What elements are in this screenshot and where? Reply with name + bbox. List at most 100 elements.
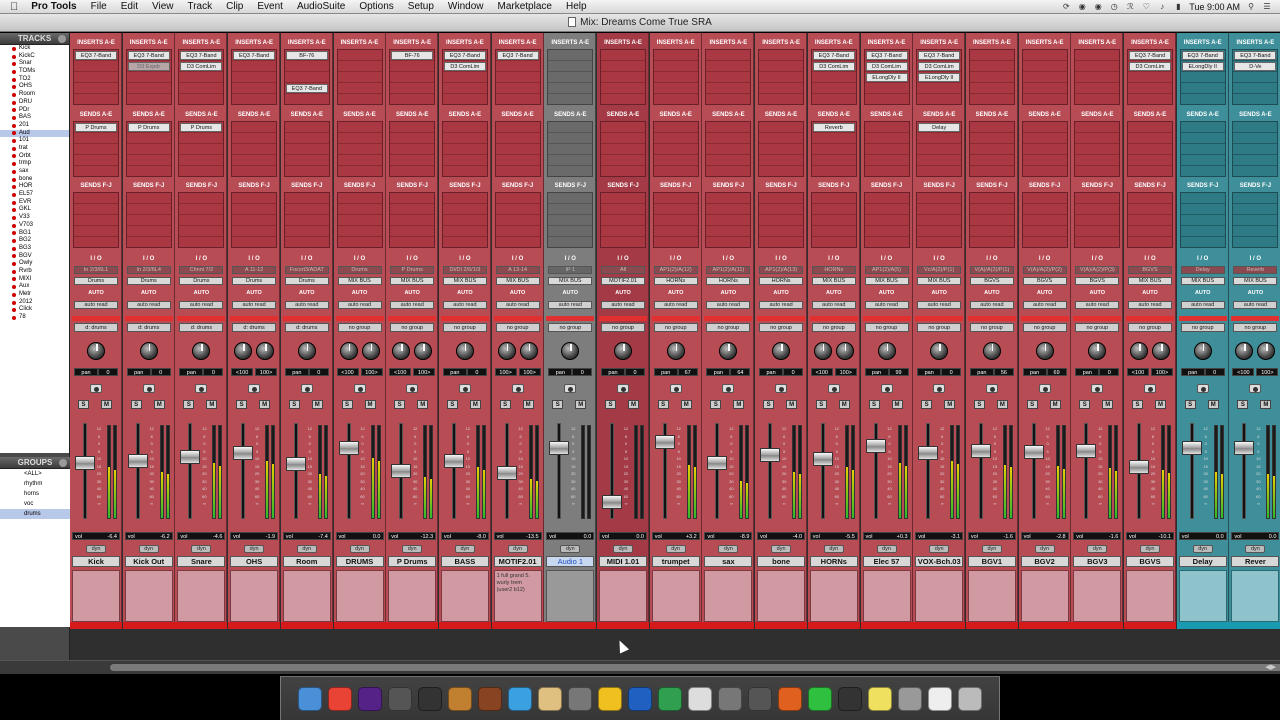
track-name[interactable]: Elec 57 [862,556,911,567]
sends-fj-area[interactable] [1021,192,1068,248]
mute-button[interactable]: M [680,400,692,409]
group-selector[interactable]: d: drums [179,323,224,332]
dyn-button[interactable]: dyn [876,545,897,553]
dyn-button[interactable]: dyn [613,545,633,553]
output-selector[interactable]: MIX BUS [1128,277,1172,285]
track-name[interactable]: Kick [72,556,120,567]
browser-icon[interactable] [628,686,652,711]
track-list-item[interactable]: TOMs [0,68,69,76]
track-active-icon[interactable] [12,292,16,297]
track-active-icon[interactable] [12,185,16,190]
solo-button[interactable]: S [605,400,616,409]
solo-button[interactable]: S [1026,400,1038,409]
solo-button[interactable]: S [763,400,775,409]
sends-ae-area[interactable] [1021,121,1068,177]
insert-plugin-button[interactable]: D-Ve [1234,62,1277,71]
solo-button[interactable]: S [1079,400,1091,409]
track-list-item[interactable]: BG2 [0,237,69,245]
comments-field[interactable] [546,570,595,622]
inserts-area[interactable] [336,49,383,105]
volume-fader[interactable] [654,435,675,450]
output-selector[interactable]: MIX BUS [917,277,962,285]
track-name[interactable]: bone [757,556,806,567]
automation-mode-selector[interactable]: auto read [126,301,171,309]
record-enable-button[interactable] [248,384,261,393]
track-name[interactable]: sax [704,556,753,567]
track-name[interactable]: Rever [1231,556,1280,567]
solo-button[interactable]: S [1237,400,1249,409]
document-icon[interactable] [928,686,952,711]
sends-fj-area[interactable] [758,192,805,248]
dyn-button[interactable]: dyn [191,545,212,553]
mute-button[interactable]: M [1049,400,1061,409]
notes-icon[interactable] [688,686,712,711]
output-selector[interactable]: MIX BUS [495,277,540,285]
mute-button[interactable]: M [786,400,798,409]
record-enable-button[interactable] [353,384,366,393]
inserts-area[interactable] [1021,49,1068,105]
sends-ae-area[interactable] [1127,121,1173,177]
output-selector[interactable]: MIX BUS [1233,277,1278,285]
sends-fj-area[interactable] [1127,192,1173,248]
group-selector[interactable]: no group [495,323,540,332]
volume-fader[interactable] [338,441,359,456]
inserts-area[interactable]: EQ3 7-Band [231,49,278,105]
automation-mode-selector[interactable]: auto read [864,301,909,309]
sends-ae-area[interactable] [863,121,910,177]
pan-knob[interactable] [772,342,791,360]
inserts-area[interactable] [547,49,594,105]
comments-field[interactable] [440,570,489,622]
mute-button[interactable]: M [1260,400,1272,409]
sync-icon[interactable]: ⟳ [1061,2,1071,11]
pan-knob[interactable] [1035,342,1054,360]
solo-button[interactable]: S [973,400,985,409]
pan-left-knob[interactable] [1235,342,1254,360]
record-enable-button[interactable] [827,384,840,393]
track-list-item[interactable]: Aux [0,283,69,291]
mute-button[interactable]: M [417,400,429,409]
record-enable-button[interactable] [511,384,524,393]
insert-plugin-button[interactable]: EQ3 7-Band [285,84,328,93]
volume-fader[interactable] [391,464,412,478]
output-selector[interactable]: BGVS [1022,277,1067,285]
pan-knob[interactable] [666,342,685,360]
mute-button[interactable]: M [1155,400,1166,409]
volume-fader[interactable] [918,445,939,460]
track-name[interactable]: BGV3 [1073,556,1122,567]
comments-field[interactable] [388,570,437,622]
pan-knob[interactable] [87,342,105,360]
scrollbar-thumb[interactable] [110,664,1280,671]
volume-fader[interactable] [707,455,728,470]
automation-mode-selector[interactable]: auto read [759,301,804,309]
menu-event[interactable]: Event [250,1,290,12]
dyn-button[interactable]: dyn [665,545,686,553]
pan-right-knob[interactable] [256,342,275,360]
input-selector[interactable]: Reverb [1233,266,1278,274]
automation-mode-selector[interactable]: auto read [811,301,856,309]
input-selector[interactable]: Drums [337,266,382,274]
mute-button[interactable]: M [206,400,218,409]
track-name[interactable]: OHS [230,556,279,567]
track-list-item[interactable]: Aud [0,129,69,138]
sends-fj-area[interactable] [547,192,594,248]
sends-ae-area[interactable]: P Drums [73,121,119,177]
insert-plugin-button[interactable]: EQ3 7-Band [443,51,486,60]
input-selector[interactable]: AP1(2)/A(5) [864,266,909,274]
group-selector[interactable]: d: drums [232,323,277,332]
group-list-item[interactable]: <ALL> [0,469,70,479]
mute-button[interactable]: M [838,400,850,409]
input-selector[interactable]: IP 1 [548,266,593,274]
pan-knob[interactable] [982,342,1001,360]
drive-icon[interactable] [658,686,682,711]
apple-menu-icon[interactable]:  [0,1,24,13]
mute-button[interactable]: M [311,400,323,409]
sends-ae-area[interactable] [1232,121,1279,177]
menu-options[interactable]: Options [352,1,400,12]
mute-button[interactable]: M [996,400,1008,409]
insert-plugin-button[interactable]: EQ3 7-Band [127,51,170,60]
spotlight-icon[interactable]: ⚲ [1246,2,1256,11]
input-selector[interactable]: BGVS [1128,266,1172,274]
group-selector[interactable]: no group [811,323,856,332]
input-selector[interactable]: All [601,266,645,274]
sends-ae-area[interactable] [652,121,699,177]
